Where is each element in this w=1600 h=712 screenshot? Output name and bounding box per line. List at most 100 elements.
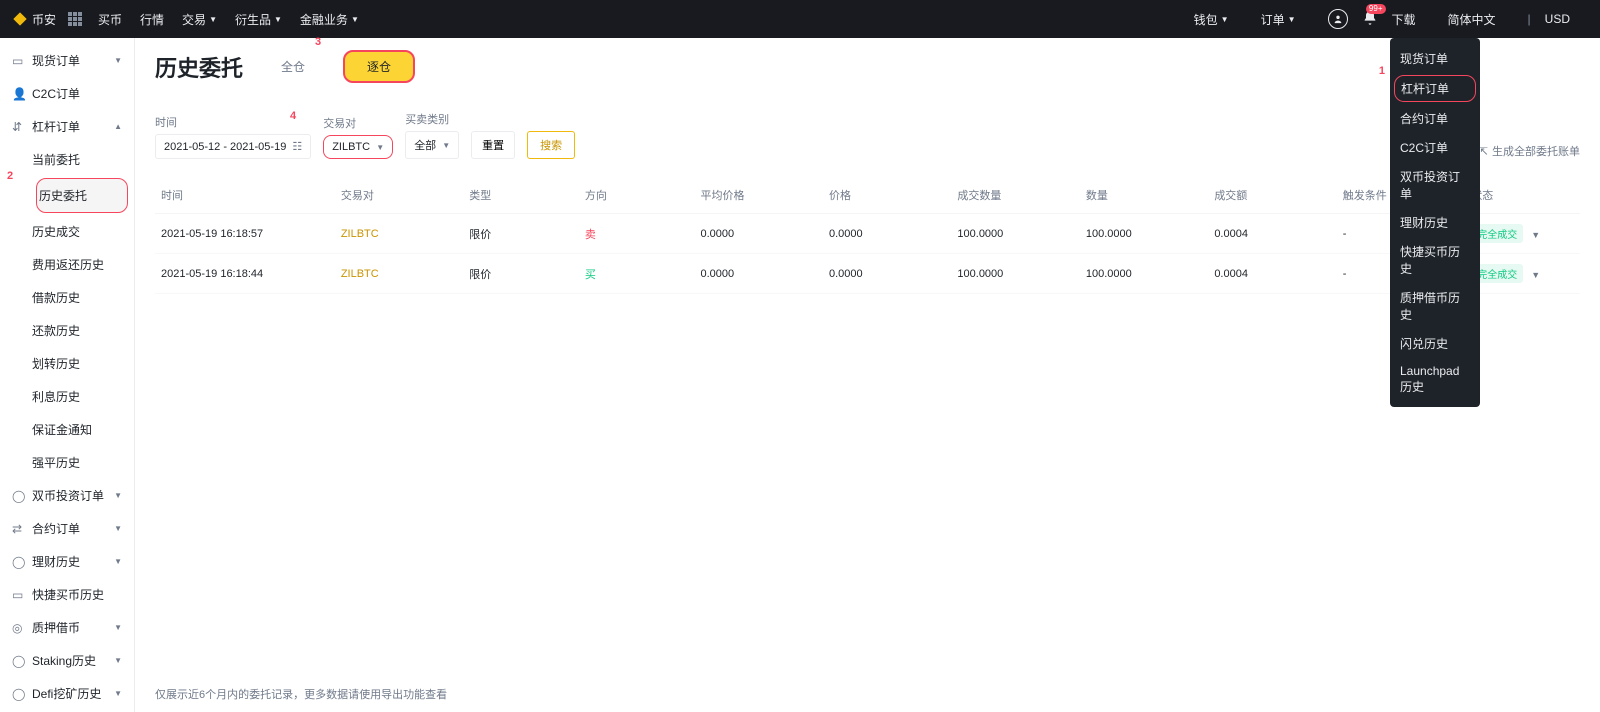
nav-finance[interactable]: 金融业务▼ bbox=[300, 11, 359, 28]
expand-row-icon[interactable]: ▼ bbox=[1531, 270, 1540, 280]
separator: | bbox=[1528, 12, 1531, 26]
cell-direction: 买 bbox=[585, 266, 701, 282]
sb-transfer-history[interactable]: 划转历史 bbox=[30, 347, 134, 380]
brand-text: 币安 bbox=[32, 11, 56, 28]
reset-button[interactable]: 重置 bbox=[471, 131, 515, 159]
caret-down-icon: ▼ bbox=[442, 141, 450, 150]
search-button[interactable]: 搜索 bbox=[527, 131, 575, 159]
sidebar-c2c-orders[interactable]: 👤C2C订单 bbox=[0, 77, 134, 110]
dd-buycrypto-history[interactable]: 快捷买币历史 bbox=[1390, 237, 1480, 283]
sidebar-spot-orders[interactable]: ▭现货订单 ▼ bbox=[0, 44, 134, 77]
caret-down-icon: ▼ bbox=[114, 491, 122, 500]
nav-markets[interactable]: 行情 bbox=[140, 11, 164, 28]
circle-icon: ◯ bbox=[12, 654, 26, 668]
sb-order-history[interactable]: 历史委托 bbox=[36, 178, 128, 213]
sb-interest-history[interactable]: 利息历史 bbox=[30, 380, 134, 413]
footer-note: 仅展示近6个月内的委托记录，更多数据请使用导出功能查看 bbox=[155, 686, 447, 702]
tab-isolated[interactable]: 逐仓 bbox=[343, 50, 415, 83]
user-icon: 👤 bbox=[12, 87, 26, 101]
sb-margin-call[interactable]: 保证金通知 bbox=[30, 413, 134, 446]
dd-c2c-orders[interactable]: C2C订单 bbox=[1390, 133, 1480, 162]
sidebar: ▭现货订单 ▼ 👤C2C订单 ⇵杠杆订单 ▲ 当前委托 2 历史委托 历史成交 … bbox=[0, 38, 135, 712]
cell-status: 完全成交▼ bbox=[1471, 264, 1574, 283]
sidebar-staking-history[interactable]: ◯Staking历史▼ bbox=[0, 644, 134, 677]
sb-repay-history[interactable]: 还款历史 bbox=[30, 314, 134, 347]
sidebar-futures-orders[interactable]: ⇄合约订单▼ bbox=[0, 512, 134, 545]
col-total: 成交额 bbox=[1214, 187, 1342, 203]
dd-futures-orders[interactable]: 合约订单 bbox=[1390, 104, 1480, 133]
tab-cross[interactable]: 全仓 bbox=[259, 52, 327, 81]
side-select[interactable]: 全部 ▼ bbox=[405, 131, 459, 159]
cell-avg: 0.0000 bbox=[701, 228, 829, 240]
notifications-button[interactable]: 99+ bbox=[1362, 10, 1378, 29]
dd-loan-history[interactable]: 质押借币历史 bbox=[1390, 283, 1480, 329]
dd-margin-orders[interactable]: 杠杆订单 bbox=[1394, 75, 1476, 102]
dd-launchpad-history[interactable]: Launchpad 历史 bbox=[1390, 358, 1480, 401]
sb-fee-refund[interactable]: 费用返还历史 bbox=[30, 248, 134, 281]
sb-trade-history[interactable]: 历史成交 bbox=[30, 215, 134, 248]
caret-down-icon: ▼ bbox=[209, 15, 217, 24]
caret-down-icon: ▼ bbox=[114, 524, 122, 533]
export-icon: ⇱ bbox=[1479, 145, 1488, 158]
filter-bar: 时间 2021-05-12 - 2021-05-19 ☷ 交易对 ZILBTC … bbox=[155, 111, 1580, 159]
sidebar-defi-history[interactable]: ◯Defi挖矿历史▼ bbox=[0, 677, 134, 710]
cell-time: 2021-05-19 16:18:57 bbox=[161, 228, 341, 240]
cell-price: 0.0000 bbox=[829, 268, 957, 280]
expand-row-icon[interactable]: ▼ bbox=[1531, 230, 1540, 240]
nav-trade[interactable]: 交易▼ bbox=[182, 11, 217, 28]
table-row: 2021-05-19 16:18:57ZILBTC限价卖0.00000.0000… bbox=[155, 214, 1580, 254]
wallet-icon: ▭ bbox=[12, 54, 26, 68]
cell-type: 限价 bbox=[469, 266, 585, 282]
cell-pair[interactable]: ZILBTC bbox=[341, 228, 469, 240]
cell-avg: 0.0000 bbox=[701, 268, 829, 280]
sb-borrow-history[interactable]: 借款历史 bbox=[30, 281, 134, 314]
col-avg-price: 平均价格 bbox=[701, 187, 829, 203]
dd-dual-orders[interactable]: 双币投资订单 bbox=[1390, 162, 1480, 208]
nav-currency[interactable]: USD bbox=[1545, 12, 1570, 26]
cell-pair[interactable]: ZILBTC bbox=[341, 268, 469, 280]
sb-open-orders[interactable]: 当前委托 bbox=[30, 143, 134, 176]
col-time: 时间 bbox=[161, 187, 341, 203]
filter-time: 时间 2021-05-12 - 2021-05-19 ☷ bbox=[155, 114, 311, 159]
orders-table: 时间 交易对 类型 方向 平均价格 价格 成交数量 数量 成交额 触发条件 状态… bbox=[155, 177, 1580, 294]
sidebar-margin-orders[interactable]: ⇵杠杆订单 ▲ bbox=[0, 110, 134, 143]
col-pair: 交易对 bbox=[341, 187, 469, 203]
cell-type: 限价 bbox=[469, 226, 585, 242]
calendar-icon: ☷ bbox=[292, 140, 302, 153]
nav-derivatives[interactable]: 衍生品▼ bbox=[235, 11, 282, 28]
sidebar-margin-submenu: 当前委托 2 历史委托 历史成交 费用返还历史 借款历史 还款历史 划转历史 利… bbox=[0, 143, 134, 479]
nav-language[interactable]: 简体中文 bbox=[1448, 11, 1496, 28]
cell-total: 0.0004 bbox=[1214, 228, 1342, 240]
account-avatar[interactable] bbox=[1328, 9, 1348, 29]
caret-down-icon: ▼ bbox=[114, 557, 122, 566]
nav-orders[interactable]: 订单▼ bbox=[1261, 11, 1296, 28]
export-link[interactable]: ⇱ 生成全部委托账单 bbox=[1479, 143, 1580, 159]
sidebar-buycrypto-history[interactable]: ▭快捷买币历史 bbox=[0, 578, 134, 611]
cell-filled-qty: 100.0000 bbox=[957, 268, 1085, 280]
col-status: 状态 bbox=[1471, 187, 1574, 203]
dd-convert-history[interactable]: 闪兑历史 bbox=[1390, 329, 1480, 358]
caret-down-icon: ▼ bbox=[114, 56, 122, 65]
top-nav: 币安 买币 行情 交易▼ 衍生品▼ 金融业务▼ 钱包▼ 订单▼ 99+ 下载 简… bbox=[0, 0, 1600, 38]
sb-liquidation-history[interactable]: 强平历史 bbox=[30, 446, 134, 479]
nav-download[interactable]: 下载 bbox=[1392, 11, 1416, 28]
bell-badge: 99+ bbox=[1366, 4, 1386, 14]
dd-spot-orders[interactable]: 现货订单 bbox=[1390, 44, 1480, 73]
doc-icon: ▭ bbox=[12, 588, 26, 602]
sidebar-loan[interactable]: ◎质押借币▼ bbox=[0, 611, 134, 644]
cell-direction: 卖 bbox=[585, 226, 701, 242]
nav-buy[interactable]: 买币 bbox=[98, 11, 122, 28]
dd-earn-history[interactable]: 理财历史 bbox=[1390, 208, 1480, 237]
filter-side-label: 买卖类别 bbox=[405, 111, 459, 127]
date-range-input[interactable]: 2021-05-12 - 2021-05-19 ☷ bbox=[155, 134, 311, 159]
binance-icon bbox=[12, 11, 28, 27]
pair-select[interactable]: ZILBTC ▼ bbox=[323, 135, 393, 159]
table-header: 时间 交易对 类型 方向 平均价格 价格 成交数量 数量 成交额 触发条件 状态 bbox=[155, 177, 1580, 214]
brand-logo[interactable]: 币安 bbox=[12, 11, 56, 28]
caret-down-icon: ▼ bbox=[351, 15, 359, 24]
arrows-icon: ⇵ bbox=[12, 120, 26, 134]
nav-wallet[interactable]: 钱包▼ bbox=[1194, 11, 1229, 28]
sidebar-dual-orders[interactable]: ◯双币投资订单▼ bbox=[0, 479, 134, 512]
sidebar-earn-history[interactable]: ◯理财历史▼ bbox=[0, 545, 134, 578]
apps-grid-icon[interactable] bbox=[68, 12, 82, 26]
